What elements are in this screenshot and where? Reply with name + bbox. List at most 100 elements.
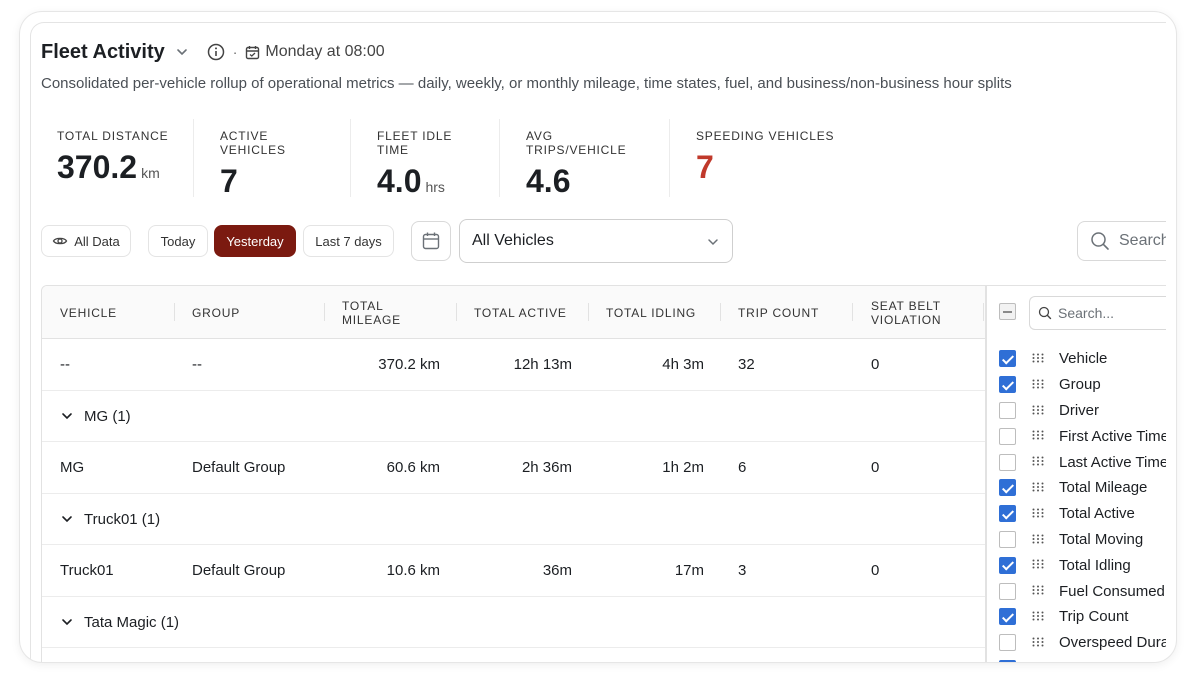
today-button[interactable]: Today <box>148 225 208 257</box>
cell-trips: 6 <box>738 459 747 476</box>
column-checkbox[interactable] <box>999 427 1016 445</box>
drag-handle-icon[interactable] <box>1032 637 1044 647</box>
cell-mileage: 370.2 km <box>378 356 440 373</box>
chevron-down-icon[interactable] <box>60 409 74 423</box>
cell-vehicle: -- <box>60 356 70 373</box>
col-header-text: TOTAL <box>342 298 384 313</box>
date-picker-button[interactable] <box>411 221 451 261</box>
column-option[interactable]: Total Active <box>987 501 1166 527</box>
column-checkbox[interactable] <box>999 659 1016 662</box>
cell-trips: 3 <box>738 562 747 579</box>
col-header-total-idling[interactable]: TOTAL IDLING <box>606 286 696 339</box>
col-header-seat-belt-violation[interactable]: SEAT BELT VIOLATION <box>871 286 941 339</box>
cell-seatbelt: 0 <box>871 356 880 373</box>
column-search-input[interactable]: Search... <box>1029 296 1166 330</box>
cell-group: Default Group <box>192 459 286 476</box>
drag-handle-icon[interactable] <box>1032 559 1044 569</box>
vehicle-select[interactable]: All Vehicles <box>459 219 733 263</box>
column-option-label: Driver <box>1059 401 1099 419</box>
calendar-icon <box>246 45 260 59</box>
group-row[interactable]: Truck01 (1) <box>42 494 985 545</box>
col-divider[interactable] <box>324 303 325 321</box>
drag-handle-icon[interactable] <box>1032 405 1044 415</box>
column-chooser-header: Search... <box>987 286 1166 339</box>
column-option[interactable]: Trip Count <box>987 604 1166 630</box>
column-option[interactable]: Group <box>987 372 1166 398</box>
column-checkbox[interactable] <box>999 479 1016 497</box>
all-data-button[interactable]: All Data <box>41 225 131 257</box>
column-option-label: Total Mileage <box>1059 479 1148 497</box>
col-header-vehicle[interactable]: VEHICLE <box>60 286 117 339</box>
group-label: MG (1) <box>84 407 131 425</box>
col-header-trip-count[interactable]: TRIP COUNT <box>738 286 819 339</box>
schedule-text: Monday at 08:00 <box>265 43 385 60</box>
group-row[interactable]: MG (1) <box>42 391 985 442</box>
col-divider[interactable] <box>983 303 984 321</box>
chevron-down-icon[interactable] <box>60 512 74 526</box>
cell-idling: 1h 2m <box>662 459 704 476</box>
drag-handle-icon[interactable] <box>1032 585 1044 595</box>
column-option[interactable]: Total Mileage <box>987 475 1166 501</box>
column-checkbox[interactable] <box>999 608 1016 626</box>
column-option[interactable]: Seat Belt Violation <box>987 656 1166 662</box>
kpi-speeding-vehicles: SPEEDING VEHICLES 7 <box>670 119 870 197</box>
column-checkbox[interactable] <box>999 401 1016 419</box>
col-divider[interactable] <box>456 303 457 321</box>
group-toggle[interactable]: Tata Magic (1) <box>60 597 179 648</box>
column-option[interactable]: Last Active Time <box>987 449 1166 475</box>
calendar-icon <box>422 232 440 250</box>
drag-handle-icon[interactable] <box>1032 456 1044 466</box>
cell-mileage: 60.6 km <box>386 459 440 476</box>
yesterday-button[interactable]: Yesterday <box>214 225 296 257</box>
column-option-label: Vehicle <box>1059 350 1108 368</box>
col-header-total-active[interactable]: TOTAL ACTIVE <box>474 286 567 339</box>
column-option[interactable]: Total Moving <box>987 527 1166 553</box>
col-divider[interactable] <box>174 303 175 321</box>
kpi-label: SPEEDING VEHICLES <box>696 129 835 143</box>
column-search-placeholder: Search... <box>1058 305 1115 321</box>
group-toggle[interactable]: MG (1) <box>60 391 131 442</box>
kpi-number: 4.0 <box>377 163 422 199</box>
cell-group: Default Group <box>192 562 286 579</box>
drag-handle-icon[interactable] <box>1032 353 1044 363</box>
search-input[interactable]: Search <box>1077 221 1166 261</box>
group-toggle[interactable]: Truck01 (1) <box>60 494 160 545</box>
column-checkbox[interactable] <box>999 634 1016 652</box>
column-option[interactable]: Fuel Consumed <box>987 578 1166 604</box>
column-option[interactable]: Overspeed Duration <box>987 630 1166 656</box>
drag-handle-icon[interactable] <box>1032 534 1044 544</box>
column-option[interactable]: Total Idling <box>987 552 1166 578</box>
chevron-down-icon[interactable] <box>60 615 74 629</box>
cell-trips: 32 <box>738 356 755 373</box>
drag-handle-icon[interactable] <box>1032 430 1044 440</box>
last-7-days-button[interactable]: Last 7 days <box>303 225 394 257</box>
table-row[interactable]: MG Default Group 60.6 km 2h 36m 1h 2m 6 … <box>42 442 985 494</box>
group-row[interactable]: Tata Magic (1) <box>42 597 985 648</box>
drag-handle-icon[interactable] <box>1032 482 1044 492</box>
select-all-checkbox[interactable] <box>999 303 1016 320</box>
eye-icon <box>52 237 68 245</box>
column-option[interactable]: Driver <box>987 398 1166 424</box>
column-checkbox[interactable] <box>999 582 1016 600</box>
table-row[interactable]: Truck01 Default Group 10.6 km 36m 17m 3 … <box>42 545 985 597</box>
info-icon[interactable] <box>207 43 225 61</box>
separator-dot: · <box>232 44 238 60</box>
column-checkbox[interactable] <box>999 556 1016 574</box>
column-checkbox[interactable] <box>999 376 1016 394</box>
column-checkbox[interactable] <box>999 350 1016 368</box>
chevron-down-icon[interactable] <box>175 45 189 59</box>
col-header-total-mileage[interactable]: TOTAL MILEAGE <box>342 286 401 339</box>
kpi-unit: km <box>141 165 160 181</box>
col-divider[interactable] <box>852 303 853 321</box>
drag-handle-icon[interactable] <box>1032 611 1044 621</box>
column-checkbox[interactable] <box>999 453 1016 471</box>
column-option[interactable]: Vehicle <box>987 346 1166 372</box>
col-divider[interactable] <box>588 303 589 321</box>
col-divider[interactable] <box>720 303 721 321</box>
col-header-group[interactable]: GROUP <box>192 286 240 339</box>
column-option[interactable]: First Active Time <box>987 423 1166 449</box>
column-checkbox[interactable] <box>999 505 1016 523</box>
drag-handle-icon[interactable] <box>1032 379 1044 389</box>
drag-handle-icon[interactable] <box>1032 508 1044 518</box>
column-checkbox[interactable] <box>999 530 1016 548</box>
